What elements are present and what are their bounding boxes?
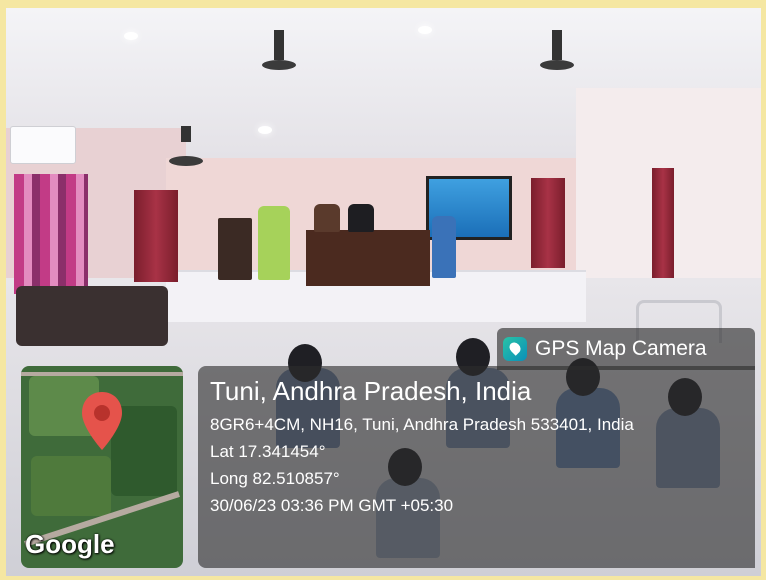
- ceiling-fan: [540, 30, 574, 70]
- dais-person: [314, 204, 340, 232]
- location-map: Google: [21, 366, 183, 568]
- curtain-right: [652, 168, 674, 278]
- ceiling-light: [418, 26, 432, 34]
- datetime: 30/06/23 03:36 PM GMT +05:30: [210, 496, 454, 515]
- air-conditioner: [10, 126, 76, 164]
- sofa: [16, 286, 168, 346]
- map-field: [31, 456, 111, 516]
- dais-person: [348, 204, 374, 232]
- event-photo: Google GPS Map Camera Tuni, Andhra Prade…: [6, 8, 761, 576]
- map-road: [21, 372, 183, 376]
- location-pin-icon: [82, 392, 122, 450]
- curtain-left: [14, 174, 88, 294]
- ceiling-fan: [262, 30, 296, 70]
- map-pin-camera-icon: [503, 337, 527, 361]
- location-title: Tuni, Andhra Pradesh, India: [210, 376, 532, 406]
- latitude: Lat 17.341454°: [210, 442, 326, 461]
- dais-person: [432, 216, 456, 278]
- app-tag: GPS Map Camera: [497, 328, 755, 370]
- podium: [218, 218, 252, 280]
- ceiling-light: [258, 126, 272, 134]
- address: 8GR6+4CM, NH16, Tuni, Andhra Pradesh 533…: [210, 415, 634, 434]
- longitude: Long 82.510857°: [210, 469, 340, 488]
- ceiling-light: [124, 32, 138, 40]
- speaker: [258, 206, 290, 280]
- location-info-panel: Tuni, Andhra Pradesh, India 8GR6+4CM, NH…: [198, 366, 755, 568]
- curtain-stage-left: [134, 190, 178, 282]
- curtain-stage-right: [531, 178, 565, 268]
- ceiling-fan: [169, 126, 203, 166]
- map-brand: Google: [25, 529, 115, 559]
- photo-frame: Google GPS Map Camera Tuni, Andhra Prade…: [0, 0, 766, 580]
- app-name: GPS Map Camera: [535, 337, 707, 360]
- dais-table: [306, 230, 430, 286]
